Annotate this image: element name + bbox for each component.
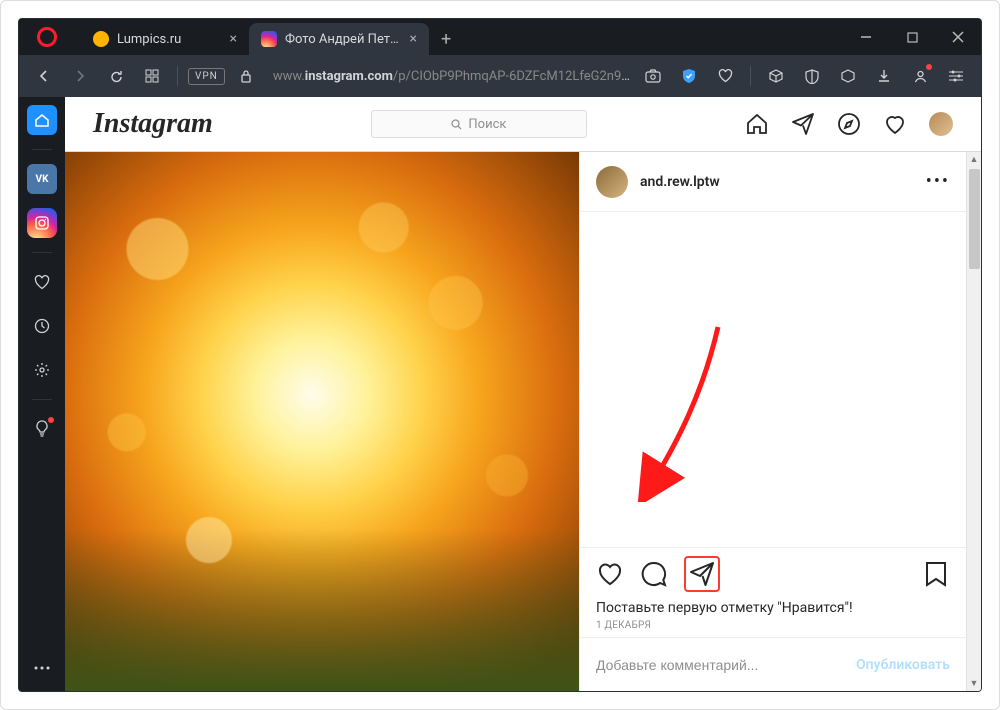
post: and.rew.lptw ••• — [65, 152, 966, 691]
annotation-arrow — [608, 322, 738, 502]
sidebar-home-icon[interactable] — [27, 105, 57, 135]
new-tab-button[interactable]: + — [429, 23, 463, 55]
sidebar-instagram-icon[interactable] — [27, 208, 57, 238]
nav-icons — [745, 112, 953, 136]
lock-icon[interactable] — [231, 61, 261, 91]
vpn-badge[interactable]: VPN — [188, 68, 225, 85]
divider — [32, 149, 52, 150]
post-actions: Поставьте первую отметку "Нравится"! 1 Д… — [580, 547, 966, 637]
divider — [32, 252, 52, 253]
separator — [750, 66, 751, 86]
like-button[interactable] — [596, 560, 624, 588]
instagram-logo[interactable]: Instagram — [93, 108, 213, 140]
sidebar-tips-icon[interactable] — [27, 414, 57, 444]
separator — [177, 66, 178, 86]
explore-icon[interactable] — [837, 112, 861, 136]
comment-button[interactable] — [640, 560, 668, 588]
sidebar-history-icon[interactable] — [27, 311, 57, 341]
titlebar: Lumpics.ru × Фото Андрей Петров в Ins × … — [19, 19, 981, 55]
scroll-up-icon[interactable]: ▲ — [967, 152, 982, 167]
extension-box-icon[interactable] — [833, 61, 863, 91]
browser-sidebar: VK — [19, 97, 65, 691]
page-content: Instagram Поиск — [65, 97, 981, 691]
search-placeholder: Поиск — [468, 117, 506, 132]
account-button[interactable] — [905, 61, 935, 91]
add-comment-row: Опубликовать — [580, 637, 966, 691]
scrollbar[interactable]: ▲ ▼ — [966, 152, 981, 691]
maximize-button[interactable] — [889, 19, 935, 55]
post-image[interactable] — [65, 152, 579, 691]
profile-avatar[interactable] — [929, 112, 953, 136]
search-input[interactable]: Поиск — [371, 110, 587, 138]
address-bar[interactable]: www.instagram.com/p/CIObP9PhmqAP-6DZFcM1… — [273, 69, 632, 84]
post-date: 1 ДЕКАБРЯ — [596, 620, 950, 631]
extension-shield-icon[interactable] — [797, 61, 827, 91]
direct-icon[interactable] — [791, 112, 815, 136]
camera-icon[interactable] — [638, 61, 668, 91]
scroll-thumb[interactable] — [969, 169, 980, 269]
post-sidebar: and.rew.lptw ••• — [579, 152, 966, 691]
likes-text[interactable]: Поставьте первую отметку "Нравится"! — [596, 600, 950, 616]
sidebar-heart-icon[interactable] — [27, 267, 57, 297]
scroll-down-icon[interactable]: ▼ — [967, 676, 982, 691]
save-button[interactable] — [922, 560, 950, 588]
post-options-button[interactable]: ••• — [926, 171, 950, 192]
minimize-button[interactable] — [843, 19, 889, 55]
reload-button[interactable] — [101, 61, 131, 91]
tab-label: Фото Андрей Петров в Ins — [285, 32, 402, 47]
tab-label: Lumpics.ru — [117, 32, 222, 47]
close-button[interactable] — [935, 19, 981, 55]
comments-area — [580, 212, 966, 547]
favicon-icon — [93, 31, 109, 47]
author-username[interactable]: and.rew.lptw — [640, 174, 720, 190]
comment-input[interactable] — [596, 657, 848, 673]
speed-dial-button[interactable] — [137, 61, 167, 91]
share-button[interactable] — [684, 556, 720, 592]
browser-window: Lumpics.ru × Фото Андрей Петров в Ins × … — [18, 18, 982, 692]
close-icon[interactable]: × — [410, 31, 417, 47]
author-avatar[interactable] — [596, 166, 628, 198]
favicon-icon — [261, 31, 277, 47]
sidebar-settings-icon[interactable] — [27, 355, 57, 385]
tab-lumpics[interactable]: Lumpics.ru × — [81, 23, 249, 55]
easy-setup-button[interactable] — [941, 61, 971, 91]
instagram-header: Instagram Поиск — [65, 97, 981, 152]
opera-icon — [37, 27, 57, 47]
sidebar-vk-icon[interactable]: VK — [27, 164, 57, 194]
sidebar-more-icon[interactable] — [27, 653, 57, 683]
toolbar: VPN www.instagram.com/p/CIObP9PhmqAP-6DZ… — [19, 55, 981, 97]
post-container: and.rew.lptw ••• — [65, 152, 981, 691]
back-button[interactable] — [29, 61, 59, 91]
divider — [32, 399, 52, 400]
heart-icon[interactable] — [710, 61, 740, 91]
window-controls — [843, 19, 981, 55]
download-button[interactable] — [869, 61, 899, 91]
publish-button[interactable]: Опубликовать — [856, 657, 950, 673]
post-header: and.rew.lptw ••• — [580, 152, 966, 212]
close-icon[interactable]: × — [230, 31, 237, 47]
activity-icon[interactable] — [883, 112, 907, 136]
extension-cube-icon[interactable] — [761, 61, 791, 91]
tab-instagram[interactable]: Фото Андрей Петров в Ins × — [249, 23, 429, 55]
shield-check-icon[interactable] — [674, 61, 704, 91]
tab-strip: Lumpics.ru × Фото Андрей Петров в Ins × … — [81, 23, 463, 55]
search-icon — [451, 119, 462, 130]
home-icon[interactable] — [745, 112, 769, 136]
forward-button[interactable] — [65, 61, 95, 91]
